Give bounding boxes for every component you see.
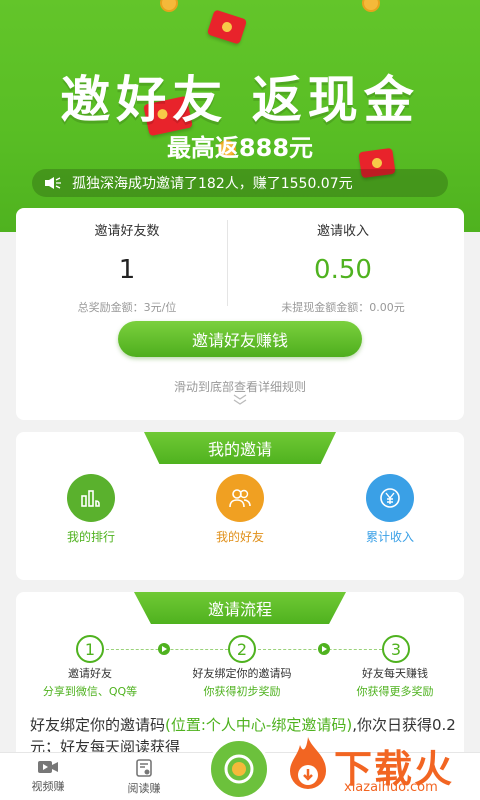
- chevron-down-icon: [233, 394, 247, 405]
- hero-banner: 邀好友 返现金 最高返888元 孤独深海成功邀请了182人，赚了1550.07元: [0, 0, 480, 232]
- step-3-title: 好友每天赚钱: [362, 667, 428, 680]
- invited-friends-value: 1: [118, 255, 136, 285]
- step-2-subtitle: 你获得初步奖励: [203, 685, 281, 698]
- step-1-title: 邀请好友: [68, 667, 112, 680]
- stats-card: 邀请好友数 1 总奖励金额：3元/位 邀请收入 0.50 未提现金额金额：0.0…: [16, 208, 464, 420]
- step-2-title: 好友绑定你的邀请码: [192, 667, 292, 680]
- yen-coin-icon: [380, 488, 400, 508]
- ranking-label[interactable]: 我的排行: [46, 528, 136, 545]
- invite-income-label: 邀请收入: [316, 224, 369, 239]
- flame-logo-icon: [286, 735, 330, 795]
- tab-read-earn-label: 阅读赚: [127, 782, 161, 795]
- step-3-badge: 3: [382, 635, 410, 663]
- arrow-icon: [158, 643, 170, 655]
- hero-title: 邀好友 返现金: [60, 71, 420, 129]
- invite-ticker: 孤独深海成功邀请了182人，赚了1550.07元: [32, 169, 448, 197]
- watermark-site: xiazaihuo.com: [344, 780, 438, 795]
- invited-friends-stat: 邀请好友数 1 总奖励金额：3元/位: [22, 208, 232, 315]
- tab-read-earn[interactable]: 阅读赚: [114, 759, 174, 796]
- total-income-label[interactable]: 累计收入: [345, 528, 435, 545]
- my-friends-label[interactable]: 我的好友: [195, 528, 285, 545]
- ranking-button[interactable]: [67, 474, 115, 522]
- bar-chart-icon: [81, 490, 100, 507]
- coin-icon: [362, 0, 380, 12]
- step-2-badge: 2: [228, 635, 256, 663]
- tab-video-earn-label: 视频赚: [31, 780, 65, 793]
- step-3-subtitle: 你获得更多奖励: [356, 685, 434, 698]
- total-income-button[interactable]: [366, 474, 414, 522]
- step-1-badge: 1: [76, 635, 104, 663]
- my-friends-button[interactable]: [216, 474, 264, 522]
- video-camera-icon: [38, 761, 58, 773]
- rules-location-highlight: (位置:个人中心-绑定邀请码): [165, 716, 353, 734]
- coin-refresh-icon: [224, 754, 254, 784]
- step-1-subtitle: 分享到微信、QQ等: [42, 685, 138, 698]
- red-envelope-icon: [206, 9, 248, 45]
- invite-income-stat: 邀请收入 0.50 未提现金额金额：0.00元: [238, 208, 448, 315]
- watermark-logo-icon: [208, 738, 270, 800]
- stats-divider: [227, 220, 228, 306]
- reading-icon: [136, 759, 152, 777]
- ticker-text: 孤独深海成功邀请了182人，赚了1550.07元: [72, 176, 353, 192]
- tab-video-earn[interactable]: 视频赚: [18, 759, 78, 794]
- speaker-icon: [45, 177, 61, 189]
- unwithdrawn-note: 未提现金额金额：0.00元: [281, 301, 405, 314]
- hero-subtitle: 最高返888元: [166, 134, 314, 162]
- invite-earn-button[interactable]: 邀请好友赚钱: [118, 321, 362, 357]
- invited-friends-label: 邀请好友数: [94, 224, 160, 239]
- scroll-hint: 滑动到底部查看详细规则: [173, 380, 306, 394]
- rules-text-a: 好友绑定你的邀请码: [30, 716, 166, 734]
- my-invites-title: 我的邀请: [144, 432, 336, 464]
- invite-income-value: 0.50: [314, 255, 372, 285]
- friends-icon: [229, 489, 251, 508]
- arrow-icon: [318, 643, 330, 655]
- total-reward-note: 总奖励金额：3元/位: [77, 301, 177, 314]
- my-invites-card: 我的邀请 我的排行 我的好友 累计收入: [16, 432, 464, 580]
- coin-icon: [160, 0, 178, 12]
- invite-flow-title: 邀请流程: [134, 592, 346, 624]
